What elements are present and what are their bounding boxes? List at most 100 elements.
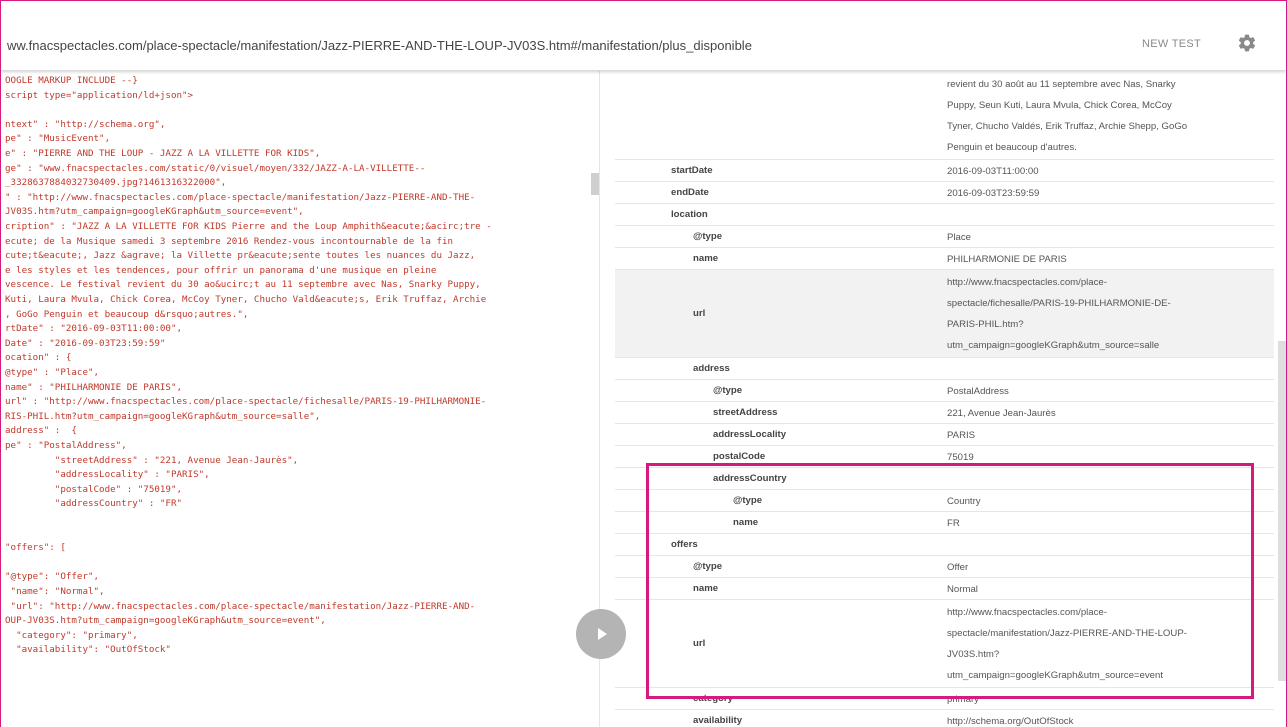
result-value: PARIS bbox=[947, 425, 975, 446]
result-key: url bbox=[693, 308, 706, 319]
result-key: name bbox=[693, 253, 719, 264]
result-key: url bbox=[693, 638, 706, 649]
result-value-line: spectacle/fichesalle/PARIS-19-PHILHARMON… bbox=[947, 298, 1171, 309]
code-line: Date" : "2016-09-03T23:59:59" bbox=[5, 337, 166, 349]
code-line: "availability": "OutOfStock" bbox=[5, 644, 171, 656]
code-line: "streetAddress" : "221, Avenue Jean-Jaur… bbox=[5, 454, 299, 466]
result-row: @type PostalAddress bbox=[615, 380, 1274, 402]
code-line: "category": "primary", bbox=[5, 629, 138, 641]
result-key: @type bbox=[693, 561, 723, 572]
result-value: Place bbox=[947, 227, 971, 248]
result-row: url http://www.fnacspectacles.com/place-s… bbox=[615, 600, 1274, 688]
result-key: @type bbox=[713, 385, 743, 396]
result-key: @type bbox=[693, 231, 723, 242]
result-row: startDate 2016-09-03T11:00:00 bbox=[615, 160, 1274, 182]
result-value-line: primary bbox=[947, 693, 979, 705]
result-value: 2016-09-03T11:00:00 bbox=[947, 161, 1039, 182]
code-line: "offers": [ bbox=[5, 542, 66, 554]
result-key: addressCountry bbox=[713, 473, 787, 484]
result-row: postalCode 75019 bbox=[615, 446, 1274, 468]
code-line: url" : "http://www.fnacspectacles.com/pl… bbox=[5, 396, 487, 408]
app-window: ww.fnacspectacles.com/place-spectacle/ma… bbox=[0, 0, 1287, 727]
result-row: @type Country bbox=[615, 490, 1274, 512]
result-value-line: http://www.fnacspectacles.com/place- bbox=[947, 607, 1107, 618]
code-line: name" : "PHILHARMONIE DE PARIS", bbox=[5, 381, 183, 393]
code-line: cription" : "JAZZ A LA VILLETTE FOR KIDS… bbox=[5, 221, 492, 232]
result-value: revient du 30 août au 11 septembre avec … bbox=[947, 74, 1187, 158]
result-value-line: PARIS bbox=[947, 429, 976, 441]
result-value-line: Tyner, Chucho Valdés, Erik Truffaz, Arch… bbox=[947, 120, 1188, 132]
code-line: , GoGo Penguin et beaucoup d&rsquo;autre… bbox=[5, 308, 249, 320]
result-key: location bbox=[671, 209, 708, 220]
code-line: e les styles et les tendences, pour offr… bbox=[5, 264, 437, 276]
result-value-line: FR bbox=[947, 517, 960, 529]
run-test-button[interactable] bbox=[576, 609, 626, 659]
code-line: cute;t&eacute;, Jazz &agrave; la Villett… bbox=[5, 250, 476, 262]
result-value: primary bbox=[947, 689, 979, 710]
result-value: Offer bbox=[947, 557, 968, 578]
result-value-line: spectacle/manifestation/Jazz-PIERRE-AND-… bbox=[947, 628, 1187, 639]
result-value: 75019 bbox=[947, 447, 974, 468]
result-key: startDate bbox=[671, 165, 713, 176]
code-line: pe" : "MusicEvent", bbox=[5, 133, 111, 145]
code-editor[interactable]: OOGLE MARKUP INCLUDE --} script type="app… bbox=[1, 73, 599, 727]
code-line: ntext" : "http://schema.org", bbox=[5, 118, 166, 130]
code-line: JV03S.htm?utm_campaign=googleKGraph&utm_… bbox=[5, 206, 304, 218]
new-test-button[interactable]: NEW TEST bbox=[1142, 38, 1201, 50]
code-line: "url": "http://www.fnacspectacles.com/pl… bbox=[5, 600, 476, 612]
result-row: @type Place bbox=[615, 226, 1274, 248]
result-row: category primary bbox=[615, 688, 1274, 710]
code-line: "addressCountry" : "FR" bbox=[5, 498, 183, 510]
code-line: Kuti, Laura Mvula, Chick Corea, McCoy Ty… bbox=[5, 294, 487, 305]
result-key: endDate bbox=[671, 187, 709, 198]
result-value-line: PostalAddress bbox=[947, 385, 1009, 397]
code-line: " : "http://www.fnacspectacles.com/place… bbox=[5, 191, 476, 203]
code-line: _3328637884032730409.jpg?1461316322000", bbox=[5, 177, 227, 189]
code-scrollbar[interactable] bbox=[591, 173, 599, 195]
result-value-line: Country bbox=[947, 495, 981, 507]
result-value-line: PARIS-PHIL.htm? bbox=[947, 319, 1024, 330]
result-key: postalCode bbox=[713, 451, 766, 462]
result-value: Normal bbox=[947, 579, 978, 600]
code-line: OOGLE MARKUP INCLUDE --} bbox=[5, 75, 138, 86]
play-icon bbox=[598, 628, 607, 640]
result-value-line: 2016-09-03T11:00:00 bbox=[947, 165, 1039, 177]
result-value-line: utm_campaign=googleKGraph&utm_source=eve… bbox=[947, 670, 1163, 681]
results-scrollbar[interactable] bbox=[1278, 341, 1286, 681]
result-row: offers bbox=[615, 534, 1274, 556]
result-value-line: Offer bbox=[947, 561, 969, 573]
result-value: PostalAddress bbox=[947, 381, 1009, 402]
result-value-line: Puppy, Seun Kuti, Laura Mvula, Chick Cor… bbox=[947, 99, 1172, 111]
code-line: @type" : "Place", bbox=[5, 367, 100, 378]
result-value: http://www.fnacspectacles.com/place-spec… bbox=[947, 602, 1187, 686]
code-line: OUP-JV03S.htm?utm_campaign=googleKGraph&… bbox=[5, 615, 326, 627]
result-value-line: PHILHARMONIE DE PARIS bbox=[947, 253, 1067, 265]
result-key: offers bbox=[671, 539, 698, 550]
result-row: location bbox=[615, 204, 1274, 226]
code-line: rtDate" : "2016-09-03T11:00:00", bbox=[5, 323, 183, 335]
result-row: address bbox=[615, 358, 1274, 380]
code-line: "name": "Normal", bbox=[5, 586, 105, 597]
result-row: @type Offer bbox=[615, 556, 1274, 578]
result-value-line: 2016-09-03T23:59:59 bbox=[947, 187, 1040, 199]
code-line: ecute; de la Musique samedi 3 septembre … bbox=[5, 235, 454, 247]
result-row: url http://www.fnacspectacles.com/place-s… bbox=[615, 270, 1274, 358]
result-row: addressCountry bbox=[615, 468, 1274, 490]
result-key: name bbox=[733, 517, 759, 528]
result-key: availability bbox=[693, 715, 743, 726]
code-line: e" : "PIERRE AND THE LOUP - JAZZ A LA VI… bbox=[5, 148, 321, 159]
result-value: 2016-09-03T23:59:59 bbox=[947, 183, 1039, 204]
result-value-line: http://www.fnacspectacles.com/place- bbox=[947, 277, 1107, 288]
code-line: ocation" : { bbox=[5, 352, 72, 364]
result-value: PHILHARMONIE DE PARIS bbox=[947, 249, 1067, 270]
gear-icon[interactable] bbox=[1237, 33, 1257, 53]
result-value-line: Normal bbox=[947, 583, 978, 595]
result-value-line: 75019 bbox=[947, 451, 974, 463]
result-value: Country bbox=[947, 491, 981, 512]
url-display[interactable]: ww.fnacspectacles.com/place-spectacle/ma… bbox=[7, 38, 752, 53]
code-line: ge" : "www.fnacspectacles.com/static/0/v… bbox=[5, 162, 426, 174]
result-key: @type bbox=[733, 495, 763, 506]
result-row: name Normal bbox=[615, 578, 1274, 600]
result-value-line: http://schema.org/OutOfStock bbox=[947, 715, 1074, 727]
result-value-line: Penguin et beaucoup d'autres. bbox=[947, 141, 1077, 153]
